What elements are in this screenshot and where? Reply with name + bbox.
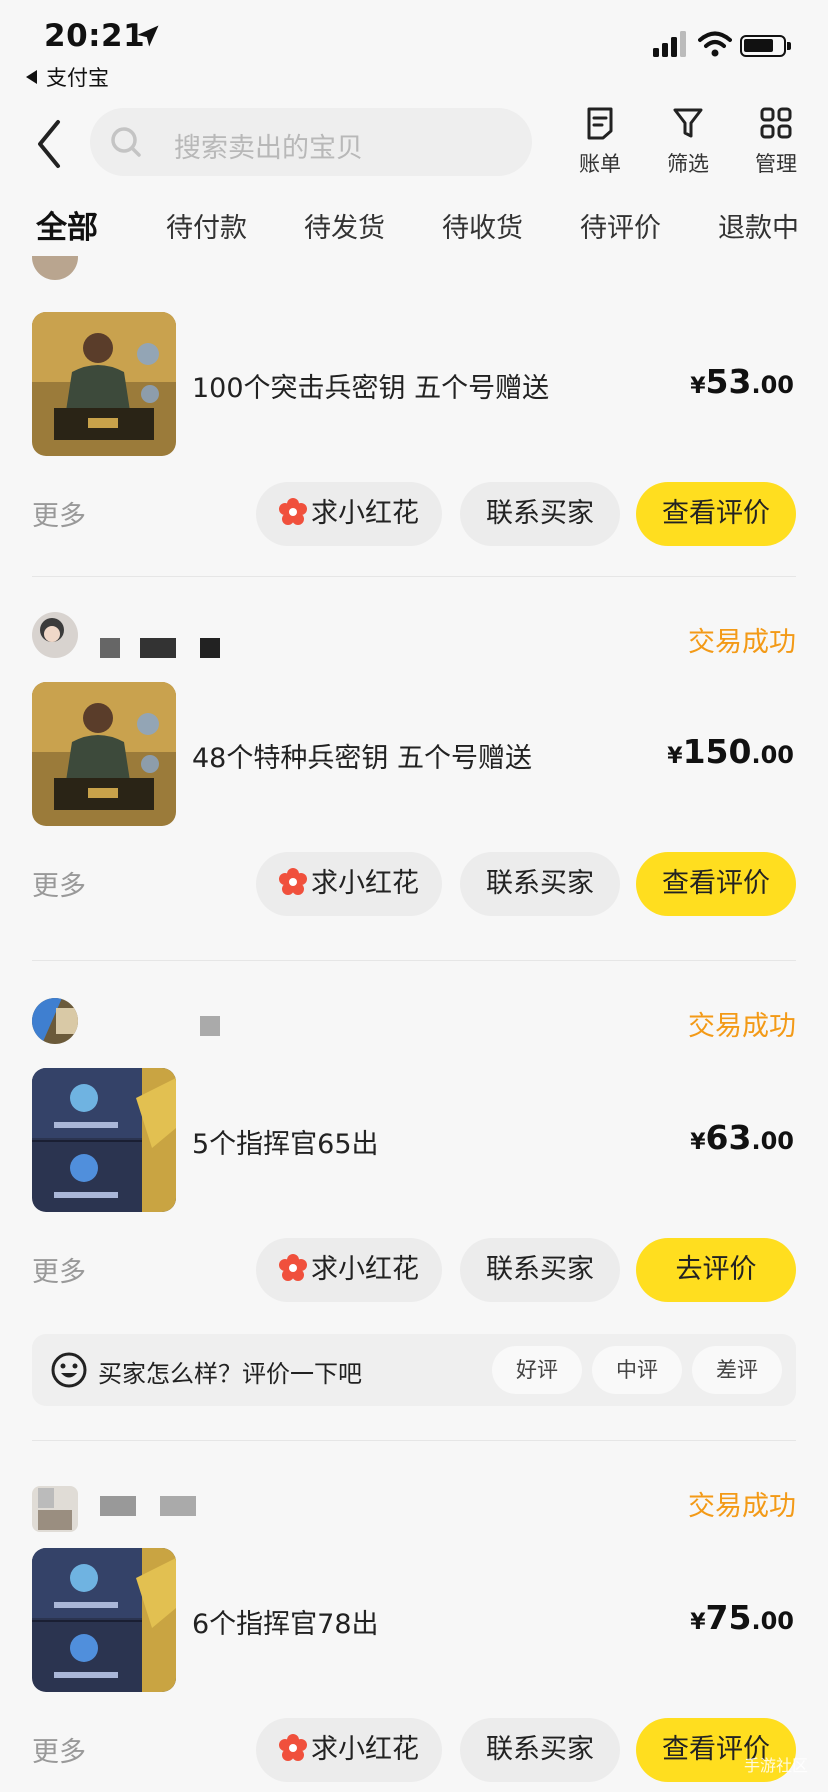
- product-price: ¥53.00: [690, 362, 794, 401]
- bill-button[interactable]: 账单: [560, 104, 640, 184]
- product-title[interactable]: 5个指挥官65出: [192, 1122, 379, 1161]
- request-flower-button[interactable]: 求小红花: [256, 482, 442, 546]
- search-icon: [111, 127, 141, 157]
- tab-pending-shipment[interactable]: 待发货: [304, 206, 385, 245]
- filter-label: 筛选: [667, 152, 709, 176]
- good-review-chip[interactable]: 好评: [492, 1346, 582, 1394]
- order-status-tabs: 全部 待付款 待发货 待收货 待评价 退款中: [0, 198, 828, 254]
- battery-icon: [740, 35, 791, 57]
- order-status: 交易成功: [688, 1011, 796, 1042]
- order-list: 100个突击兵密钥 五个号赠送 ¥53.00 更多 求小红花 联系买家 查看评价…: [0, 256, 828, 1792]
- masked-shop-name: [200, 1016, 220, 1036]
- product-price: ¥75.00: [690, 1598, 794, 1637]
- wifi-icon: [698, 31, 732, 57]
- red-flower-icon: [279, 867, 307, 895]
- tab-pending-payment[interactable]: 待付款: [166, 206, 247, 245]
- grid-icon: [760, 107, 792, 139]
- view-review-button[interactable]: 查看评价: [636, 852, 796, 916]
- shop-avatar[interactable]: [32, 612, 78, 658]
- more-link[interactable]: 更多: [32, 494, 86, 533]
- red-flower-icon: [279, 1733, 307, 1761]
- request-flower-button[interactable]: 求小红花: [256, 1238, 442, 1302]
- smiley-face-icon: [51, 1352, 87, 1388]
- contact-buyer-button[interactable]: 联系买家: [460, 482, 620, 546]
- shop-avatar[interactable]: [32, 256, 78, 280]
- product-price: ¥150.00: [667, 732, 794, 771]
- more-link[interactable]: 更多: [32, 1730, 86, 1769]
- location-arrow-icon: [137, 25, 159, 47]
- order-card: 交易成功 5个指挥官65出 ¥63.00 更多 求小红花 联系买家 去评价 买家…: [0, 960, 828, 1440]
- red-flower-icon: [279, 1253, 307, 1281]
- more-link[interactable]: 更多: [32, 864, 86, 903]
- back-app-label: 支付宝: [46, 66, 109, 90]
- back-to-app-link[interactable]: 支付宝: [26, 62, 109, 92]
- shop-avatar[interactable]: [32, 998, 78, 1044]
- soldier-image-icon: [32, 312, 176, 456]
- search-placeholder: 搜索卖出的宝贝: [174, 133, 363, 164]
- shop-avatar[interactable]: [32, 1486, 78, 1532]
- back-chevron-icon[interactable]: [30, 116, 70, 172]
- contact-buyer-button[interactable]: 联系买家: [460, 852, 620, 916]
- red-flower-icon: [279, 497, 307, 525]
- contact-buyer-button[interactable]: 联系买家: [460, 1238, 620, 1302]
- order-card: 交易成功 48个特种兵密钥 五个号赠送 ¥150.00 更多 求小红花 联系买家…: [0, 576, 828, 960]
- view-review-button[interactable]: 查看评价: [636, 482, 796, 546]
- product-title[interactable]: 6个指挥官78出: [192, 1602, 379, 1641]
- rate-question: 买家怎么样？评价一下吧: [98, 1360, 362, 1388]
- clock: 20:21: [44, 18, 146, 54]
- game-key-image-icon: [32, 1068, 176, 1212]
- tab-pending-review[interactable]: 待评价: [580, 206, 661, 245]
- cellular-signal-icon: [653, 31, 686, 57]
- masked-shop-name: [100, 1496, 136, 1516]
- product-price: ¥63.00: [690, 1118, 794, 1157]
- soldier-image-icon: [32, 682, 176, 826]
- watermark: 手游社区: [743, 1756, 808, 1775]
- rate-buyer-prompt: 买家怎么样？评价一下吧 好评 中评 差评: [32, 1334, 796, 1406]
- status-bar: 20:21 支付宝: [0, 0, 828, 90]
- tab-pending-receipt[interactable]: 待收货: [442, 206, 523, 245]
- tab-all[interactable]: 全部: [34, 202, 100, 247]
- order-status: 交易成功: [688, 1491, 796, 1522]
- manage-button[interactable]: 管理: [736, 104, 816, 184]
- tab-refunding[interactable]: 退款中: [718, 206, 799, 245]
- product-thumbnail[interactable]: [32, 1548, 176, 1692]
- contact-buyer-button[interactable]: 联系买家: [460, 1718, 620, 1782]
- bad-review-chip[interactable]: 差评: [692, 1346, 782, 1394]
- search-input[interactable]: 搜索卖出的宝贝: [90, 108, 532, 176]
- manage-label: 管理: [755, 152, 797, 176]
- bill-label: 账单: [579, 152, 621, 176]
- product-title[interactable]: 100个突击兵密钥 五个号赠送: [192, 366, 549, 405]
- masked-shop-name: [100, 638, 120, 658]
- product-thumbnail[interactable]: [32, 1068, 176, 1212]
- game-key-image-icon: [32, 1548, 176, 1692]
- request-flower-button[interactable]: 求小红花: [256, 1718, 442, 1782]
- filter-icon: [673, 108, 703, 138]
- back-triangle-icon: [26, 70, 37, 84]
- write-review-button[interactable]: 去评价: [636, 1238, 796, 1302]
- order-status: 交易成功: [688, 627, 796, 658]
- filter-button[interactable]: 筛选: [648, 104, 728, 184]
- product-title[interactable]: 48个特种兵密钥 五个号赠送: [192, 736, 532, 775]
- order-card: 交易成功 6个指挥官78出 ¥75.00 更多 求小红花 联系买家 查看评价: [0, 1440, 828, 1792]
- bill-icon: [587, 107, 613, 140]
- product-thumbnail[interactable]: [32, 682, 176, 826]
- product-thumbnail[interactable]: [32, 312, 176, 456]
- request-flower-button[interactable]: 求小红花: [256, 852, 442, 916]
- more-link[interactable]: 更多: [32, 1250, 86, 1289]
- neutral-review-chip[interactable]: 中评: [592, 1346, 682, 1394]
